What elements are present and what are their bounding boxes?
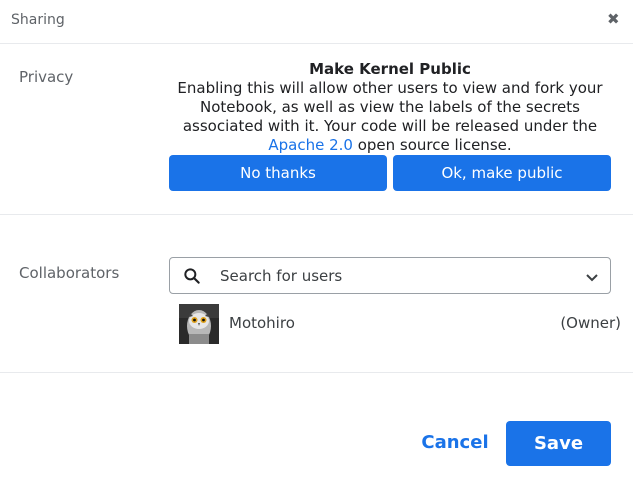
privacy-label: Privacy xyxy=(19,68,74,86)
cancel-button[interactable]: Cancel xyxy=(414,421,496,465)
privacy-heading: Make Kernel Public xyxy=(309,60,471,78)
dialog-title: Sharing xyxy=(11,12,65,28)
no-thanks-button[interactable]: No thanks xyxy=(169,155,387,191)
privacy-notice: Make Kernel Public Enabling this will al… xyxy=(169,60,611,155)
apache-license-link[interactable]: Apache 2.0 xyxy=(268,136,353,154)
section-divider xyxy=(0,214,633,215)
collaborators-label: Collaborators xyxy=(19,264,120,282)
collaborator-name: Motohiro xyxy=(229,314,295,332)
make-public-button[interactable]: Ok, make public xyxy=(393,155,611,191)
search-icon xyxy=(184,268,200,284)
save-button[interactable]: Save xyxy=(506,421,611,466)
user-search-box[interactable] xyxy=(169,257,611,294)
user-search-input[interactable] xyxy=(220,266,570,286)
section-divider xyxy=(0,372,633,373)
avatar xyxy=(179,304,219,344)
dialog-header: Sharing ✖ xyxy=(0,0,633,44)
privacy-text-after-link: open source license. xyxy=(357,136,512,154)
chevron-down-icon[interactable] xyxy=(584,269,600,285)
privacy-actions: No thanks Ok, make public xyxy=(169,155,611,191)
privacy-text-before-link: Enabling this will allow other users to … xyxy=(177,79,603,135)
collaborator-row: Motohiro (Owner) xyxy=(179,304,621,344)
close-icon[interactable]: ✖ xyxy=(607,11,621,27)
owl-avatar-icon xyxy=(179,304,219,344)
privacy-description: Enabling this will allow other users to … xyxy=(169,79,611,155)
collaborator-role: (Owner) xyxy=(560,314,621,332)
